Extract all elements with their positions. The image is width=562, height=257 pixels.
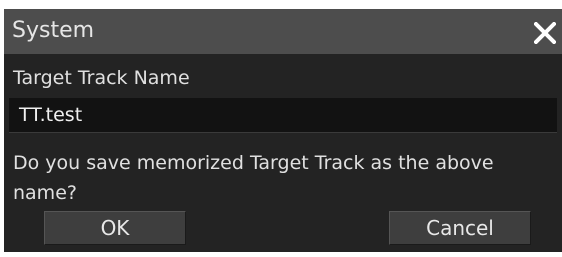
target-track-name-field[interactable]: TT.test (9, 98, 557, 133)
cancel-button[interactable]: Cancel (389, 211, 531, 245)
system-dialog: System Target Track Name TT.test Do you … (4, 9, 562, 252)
dialog-titlebar: System (4, 9, 562, 54)
dialog-title: System (12, 18, 95, 43)
ok-button[interactable]: OK (44, 211, 186, 245)
confirmation-message: Do you save memorized Target Track as th… (13, 152, 494, 204)
close-button[interactable] (528, 17, 562, 49)
field-label: Target Track Name (13, 67, 190, 89)
close-icon (534, 22, 556, 44)
